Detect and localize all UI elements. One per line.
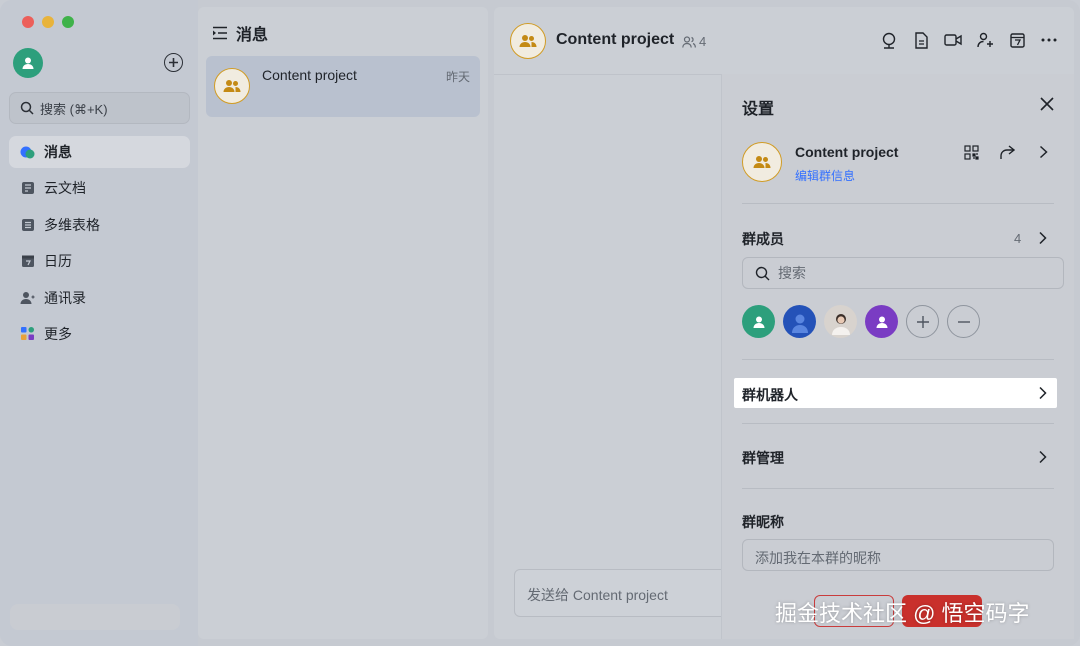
add-member-icon[interactable]: [976, 31, 994, 49]
member-search-placeholder: 搜索: [778, 265, 806, 281]
member-avatar[interactable]: [824, 305, 857, 338]
calendar-icon: [20, 254, 35, 269]
group-management-label[interactable]: 群管理: [742, 448, 784, 468]
sidebar-item-label: 更多: [44, 325, 72, 342]
member-count-value: 4: [699, 34, 707, 49]
watermark: 掘金技术社区 @ 悟空码字: [775, 601, 1030, 626]
member-count[interactable]: 4: [682, 34, 706, 49]
sidebar-item-contacts[interactable]: 通讯录: [9, 282, 190, 314]
more-options-icon[interactable]: [1040, 31, 1058, 49]
chat-header: Content project 4: [494, 7, 1074, 75]
search-icon: [755, 266, 770, 280]
members-title: 群成员: [742, 231, 784, 247]
sidebar-item-docs[interactable]: 云文档: [9, 172, 190, 204]
apps-grid-icon: [20, 326, 35, 341]
list-header: 消息: [212, 21, 268, 45]
divider: [742, 488, 1054, 489]
members-count: 4: [1014, 231, 1022, 246]
sidebar-item-more[interactable]: 更多: [9, 318, 190, 350]
settings-group-avatar[interactable]: [742, 142, 782, 182]
group-actions: [962, 143, 1052, 161]
sidebar-item-label: 日历: [44, 253, 72, 270]
group-icon: [753, 156, 771, 168]
sidebar-nav: 消息 云文档 多维表格 日历 通讯录 更多: [9, 136, 190, 354]
sidebar: 搜索 (⌘+K) 消息 云文档 多维表格 日历 通讯录 更多: [0, 0, 198, 646]
close-icon[interactable]: [1038, 95, 1056, 113]
edit-group-info-link[interactable]: 编辑群信息: [795, 167, 855, 184]
chevron-right-icon: [1039, 386, 1047, 400]
divider: [742, 423, 1054, 424]
divider: [742, 203, 1054, 204]
chat-bubbles-icon: [20, 145, 35, 160]
conversation-time: 昨天: [445, 70, 470, 84]
settings-title: 设置: [742, 101, 775, 118]
person-icon: [876, 316, 887, 328]
chevron-right-icon[interactable]: [1036, 450, 1050, 464]
conversation-item[interactable]: Content project 昨天: [206, 56, 480, 117]
chat-search-icon[interactable]: [880, 31, 898, 49]
group-icon: [223, 80, 241, 92]
conversation-list-panel: 消息 Content project 昨天: [198, 7, 488, 639]
app-window: 搜索 (⌘+K) 消息 云文档 多维表格 日历 通讯录 更多 消息 Conten…: [0, 0, 1080, 646]
divider: [742, 359, 1054, 360]
sidebar-item-label: 消息: [44, 144, 72, 160]
window-controls: [22, 16, 74, 28]
person-icon: [753, 316, 764, 328]
add-member-button[interactable]: [906, 305, 939, 338]
member-avatar[interactable]: [742, 305, 775, 338]
user-avatar[interactable]: [13, 48, 43, 78]
plus-icon: [169, 58, 178, 67]
collapse-list-icon[interactable]: [212, 26, 228, 40]
chat-header-toolbar: [880, 31, 1058, 49]
sidebar-item-label: 云文档: [44, 180, 86, 197]
message-input[interactable]: 发送给 Content project: [514, 569, 754, 617]
member-avatars: [742, 305, 980, 338]
share-icon[interactable]: [998, 143, 1016, 161]
global-search-input[interactable]: 搜索 (⌘+K): [9, 92, 190, 124]
document-icon[interactable]: [912, 31, 930, 49]
search-icon: [20, 101, 34, 115]
member-search-input[interactable]: 搜索: [742, 257, 1064, 289]
chat-group-avatar[interactable]: [510, 23, 546, 59]
settings-drawer: 设置 Content project 编辑群信息 群成员 4 搜索 群机器人 群…: [721, 74, 1074, 639]
docs-icon: [20, 181, 35, 196]
group-bot-label: 群机器人: [742, 387, 798, 403]
minus-icon: [957, 320, 970, 323]
plus-icon: [916, 315, 929, 328]
sidebar-item-label: 多维表格: [44, 216, 100, 233]
group-nickname-title: 群昵称: [742, 514, 784, 530]
video-call-icon[interactable]: [944, 31, 962, 49]
chevron-right-icon[interactable]: [1034, 143, 1052, 161]
settings-group-name: Content project: [795, 144, 899, 160]
conversation-name: Content project: [262, 67, 357, 83]
list-title: 消息: [236, 27, 269, 44]
close-window-button[interactable]: [22, 16, 34, 28]
zoom-window-button[interactable]: [62, 16, 74, 28]
sidebar-item-base[interactable]: 多维表格: [9, 209, 190, 241]
sidebar-footer: [10, 604, 180, 630]
person-photo-icon: [791, 314, 808, 333]
sidebar-item-label: 通讯录: [44, 289, 86, 306]
group-avatar: [214, 68, 250, 104]
remove-member-button[interactable]: [947, 305, 980, 338]
table-icon: [20, 217, 35, 232]
group-bot-row[interactable]: 群机器人: [734, 378, 1057, 408]
person-icon: [22, 57, 34, 69]
search-placeholder: 搜索 (⌘+K): [40, 101, 108, 117]
group-icon: [519, 35, 537, 47]
qr-code-icon[interactable]: [962, 143, 980, 161]
calendar-event-icon[interactable]: [1008, 31, 1026, 49]
chat-title: Content project: [556, 31, 675, 48]
create-plus-button[interactable]: [164, 53, 183, 72]
person-photo-icon: [831, 313, 850, 335]
sidebar-item-calendar[interactable]: 日历: [9, 245, 190, 277]
member-avatar[interactable]: [865, 305, 898, 338]
group-nickname-input[interactable]: 添加我在本群的昵称: [742, 539, 1054, 571]
members-icon: [682, 35, 696, 48]
sidebar-item-messages[interactable]: 消息: [9, 136, 190, 168]
chevron-right-icon[interactable]: [1036, 231, 1050, 245]
member-avatar[interactable]: [783, 305, 816, 338]
minimize-window-button[interactable]: [42, 16, 54, 28]
contacts-icon: [20, 290, 35, 305]
